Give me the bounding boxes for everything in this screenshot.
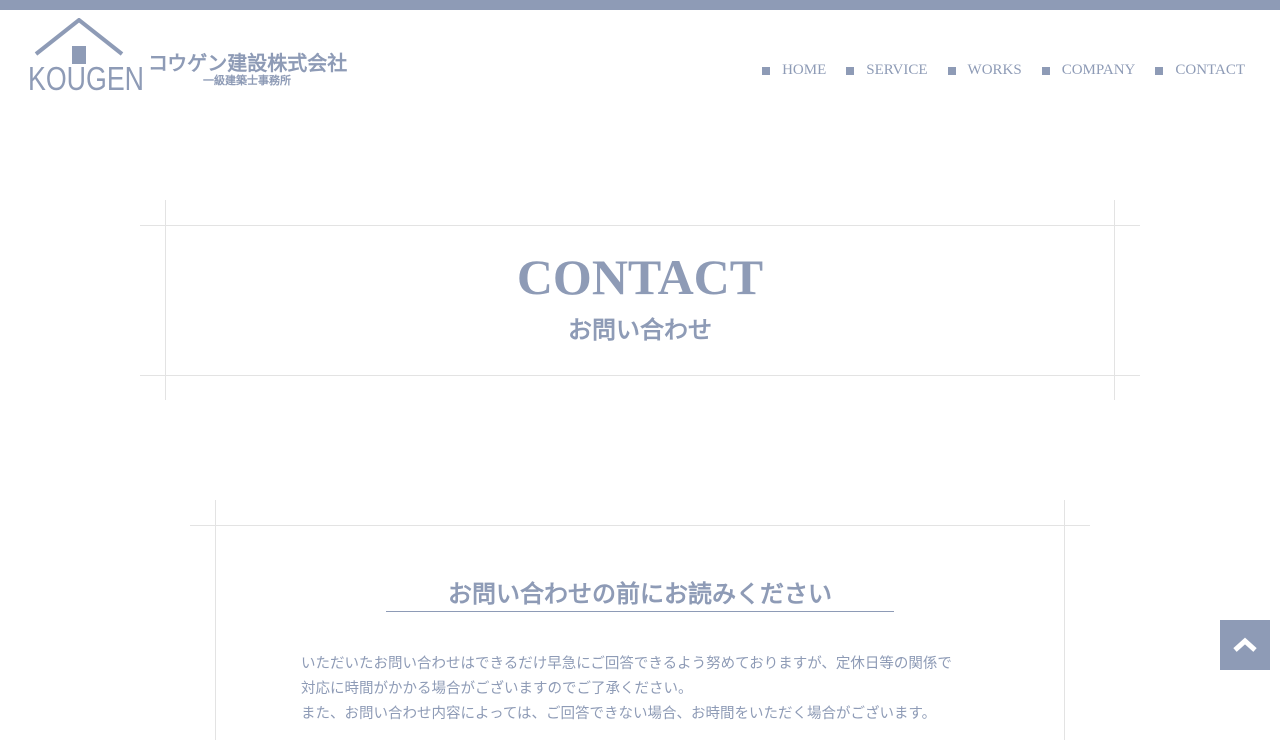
company-logo[interactable]: KOUGEN コウゲン建設株式会社 一級建築士事務所 (28, 18, 368, 94)
notice-line: 対応に時間がかかる場合がございますのでご了承ください。 (301, 681, 693, 697)
nav-home[interactable]: HOME (762, 62, 826, 79)
square-bullet-icon (947, 66, 956, 75)
nav-label: HOME (782, 62, 827, 78)
nav-label: SERVICE (866, 62, 928, 78)
square-bullet-icon (762, 66, 771, 75)
notice-line: また、お問い合わせ内容によっては、ご回答できない場合、お時間をいただく場合がござ… (301, 706, 937, 722)
frame-line (140, 225, 1140, 226)
page-title: CONTACT (516, 249, 764, 305)
nav-works[interactable]: WORKS (947, 62, 1022, 79)
nav-company[interactable]: COMPANY (1041, 62, 1136, 79)
back-to-top-button[interactable] (1220, 620, 1270, 670)
nav-service[interactable]: SERVICE (846, 62, 928, 79)
svg-text:KOUGEN: KOUGEN (28, 60, 144, 94)
frame-line (140, 375, 1140, 376)
notice-line: いただいたお問い合わせはできるだけ早急にご回答できるよう努めておりますが、定休日… (301, 656, 952, 672)
top-accent-bar (0, 0, 1280, 10)
page-title-frame: CONTACT お問い合わせ (140, 200, 1140, 400)
chevron-up-icon (1233, 637, 1257, 652)
frame-line (1064, 500, 1065, 740)
company-subtitle: 一級建築士事務所 (203, 74, 291, 87)
frame-line (190, 525, 1090, 526)
nav-label: WORKS (967, 62, 1022, 78)
main-nav: HOME SERVICE WORKS COMPANY CONTACT (742, 62, 1245, 79)
square-bullet-icon (1041, 66, 1050, 75)
frame-line (215, 500, 216, 740)
square-bullet-icon (1155, 66, 1164, 75)
page-subtitle: お問い合わせ (568, 316, 712, 344)
nav-contact[interactable]: CONTACT (1155, 62, 1245, 79)
square-bullet-icon (846, 66, 855, 75)
notice-heading: お問い合わせの前にお読みください (386, 574, 894, 612)
nav-label: COMPANY (1061, 62, 1136, 78)
notice-section: お問い合わせの前にお読みください いただいたお問い合わせはできるだけ早急にご回答… (190, 500, 1090, 740)
house-logo-icon: KOUGEN (28, 18, 144, 94)
nav-label: CONTACT (1175, 62, 1245, 78)
notice-body: いただいたお問い合わせはできるだけ早急にご回答できるよう努めておりますが、定休日… (301, 652, 1021, 727)
